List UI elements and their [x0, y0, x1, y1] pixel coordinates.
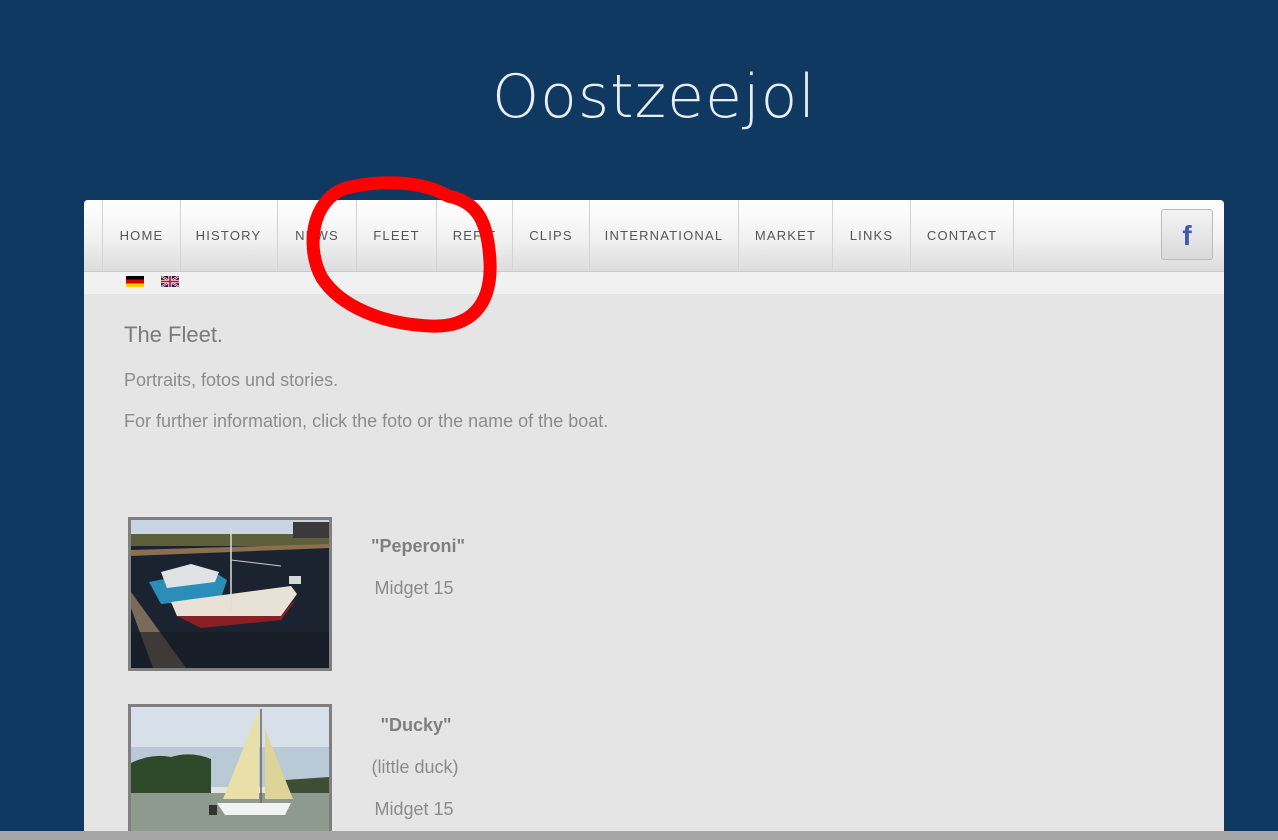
- main-content: HOME HISTORY NEWS FLEET REFIT CLIPS INTE…: [84, 200, 1224, 840]
- nav-fleet[interactable]: FLEET: [357, 200, 437, 271]
- boat-name-peperoni[interactable]: "Peperoni": [371, 536, 465, 557]
- flag-uk-icon[interactable]: [161, 276, 179, 287]
- language-bar: [84, 272, 1224, 294]
- nav-market[interactable]: MARKET: [739, 200, 833, 271]
- boat-photo-image: [131, 520, 329, 668]
- site-title[interactable]: Oostzeejol: [0, 62, 1278, 132]
- nav-links[interactable]: LINKS: [833, 200, 911, 271]
- boat-type-ducky: Midget 15: [374, 799, 454, 819]
- nav-news[interactable]: NEWS: [278, 200, 357, 271]
- boat-photo-image: [131, 707, 329, 840]
- nav-refit[interactable]: REFIT: [437, 200, 513, 271]
- nav-clips[interactable]: CLIPS: [513, 200, 590, 271]
- boat-type-peperoni: Midget 15: [374, 578, 454, 598]
- main-navigation: HOME HISTORY NEWS FLEET REFIT CLIPS INTE…: [84, 200, 1224, 272]
- nav-home[interactable]: HOME: [102, 200, 181, 271]
- boat-name-ducky[interactable]: "Ducky": [372, 715, 460, 736]
- bottom-scroll-edge: [0, 831, 1278, 840]
- facebook-icon: f: [1182, 220, 1192, 251]
- instruction-text: For further information, click the foto …: [124, 411, 609, 431]
- boat-subtitle-ducky: (little duck): [371, 757, 459, 777]
- flag-germany-icon[interactable]: [126, 276, 144, 287]
- page-title: The Fleet.: [124, 322, 224, 347]
- boat-photo-peperoni[interactable]: [128, 517, 332, 671]
- boat-photo-ducky[interactable]: [128, 704, 332, 840]
- nav-international[interactable]: INTERNATIONAL: [590, 200, 739, 271]
- nav-history[interactable]: HISTORY: [180, 200, 278, 271]
- facebook-button[interactable]: f: [1161, 209, 1213, 260]
- intro-text: Portraits, fotos und stories.: [124, 370, 339, 390]
- nav-contact[interactable]: CONTACT: [911, 200, 1014, 271]
